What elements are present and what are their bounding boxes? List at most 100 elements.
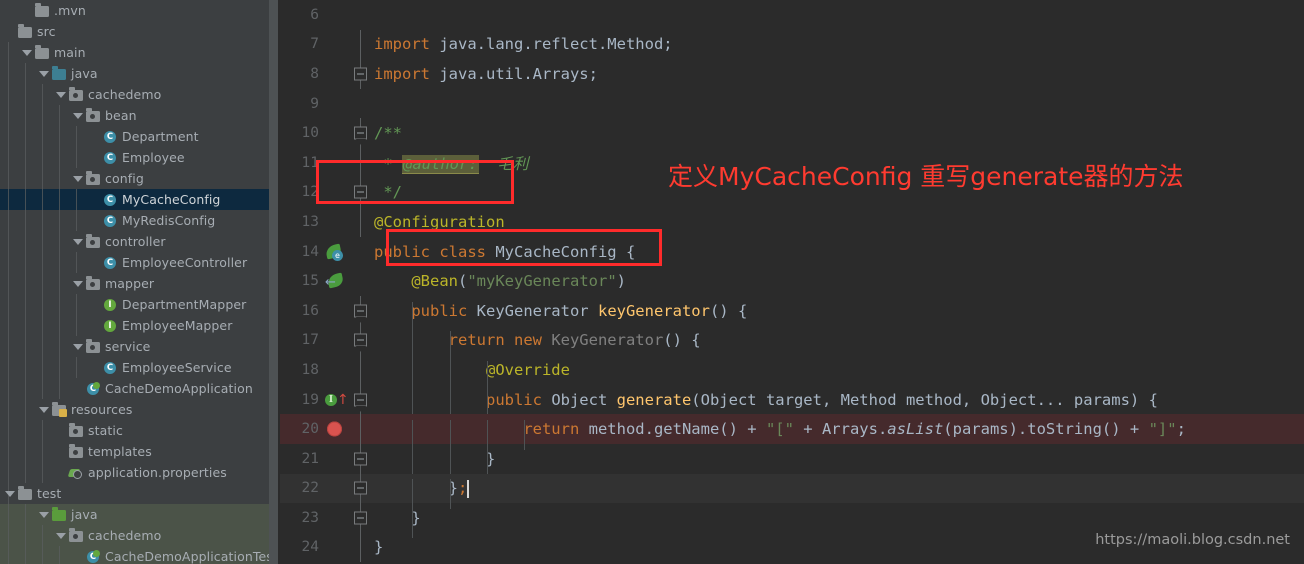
code-fold-marker[interactable] — [348, 59, 374, 89]
code-line[interactable]: 6 — [280, 0, 1304, 30]
tree-item-controller[interactable]: controller — [0, 231, 280, 252]
chevron-down-icon[interactable] — [55, 530, 66, 541]
tree-item-mycacheconfig[interactable]: C MyCacheConfig — [0, 189, 280, 210]
chevron-down-icon[interactable] — [55, 89, 66, 100]
tree-item-test[interactable]: test — [0, 483, 280, 504]
tree-indent-spacer — [4, 556, 72, 557]
code-token: return — [448, 331, 514, 350]
tree-item-cachedemoapplicationtests[interactable]: C CacheDemoApplicationTests — [0, 546, 280, 564]
chevron-down-icon[interactable] — [72, 173, 83, 184]
code-text: @Bean("myKeyGenerator") — [374, 272, 1304, 290]
tree-item-static[interactable]: static — [0, 420, 280, 441]
code-fold-marker[interactable] — [348, 384, 374, 415]
code-fold-marker[interactable] — [348, 118, 374, 148]
code-line[interactable]: 8 import java.util.Arrays; — [280, 59, 1304, 89]
tree-item-resources[interactable]: resources — [0, 399, 280, 420]
code-line[interactable]: 7 import java.lang.reflect.Method; — [280, 29, 1304, 60]
code-fold-marker[interactable] — [348, 473, 374, 504]
tree-item-cachedemoapplication[interactable]: C CacheDemoApplication — [0, 378, 280, 399]
code-fold-marker[interactable] — [348, 207, 374, 237]
code-fold-marker[interactable] — [348, 414, 374, 444]
text-caret — [467, 479, 469, 498]
code-fold-marker[interactable] — [348, 532, 374, 563]
code-line[interactable]: 9 — [280, 89, 1304, 119]
code-line[interactable]: 21 } — [280, 443, 1304, 480]
tree-item-label: resources — [71, 402, 133, 417]
code-line[interactable]: 18 @Override — [280, 355, 1304, 391]
line-number: 21 — [301, 450, 319, 467]
tree-item-service[interactable]: service — [0, 336, 280, 357]
chevron-down-icon[interactable] — [4, 488, 15, 499]
tree-item-bean[interactable]: bean — [0, 105, 280, 126]
code-content[interactable]: 6 7 import java.lang.reflect.Method; 8 impor… — [280, 0, 1304, 564]
code-line[interactable]: 15 ← @Bean("myKeyGenerator") — [280, 266, 1304, 296]
chevron-down-icon[interactable] — [38, 68, 49, 79]
tree-item-cachedemo[interactable]: cachedemo — [0, 525, 280, 546]
code-token: () { — [663, 331, 701, 350]
tree-item-department[interactable]: C Department — [0, 126, 280, 147]
project-tree[interactable]: .mvn src main java cachedemo bean C Department C… — [0, 0, 280, 564]
code-fold-marker[interactable] — [348, 355, 374, 385]
code-fold-marker[interactable] — [348, 177, 374, 208]
code-fold-marker[interactable] — [348, 29, 374, 60]
project-tree-panel[interactable]: .mvn src main java cachedemo bean C Department C… — [0, 0, 280, 564]
code-line[interactable]: 16 public KeyGenerator keyGenerator() { — [280, 295, 1304, 332]
tree-item-main[interactable]: main — [0, 42, 280, 63]
properties-file-icon — [68, 465, 84, 481]
code-token: import — [374, 64, 440, 83]
chevron-down-icon[interactable] — [72, 278, 83, 289]
code-line[interactable]: 22 }; — [280, 473, 1304, 509]
tree-item-myredisconfig[interactable]: C MyRedisConfig — [0, 210, 280, 231]
code-line[interactable]: 20 return method.getName() + "[" + Array… — [280, 414, 1304, 450]
code-fold-marker[interactable] — [348, 325, 374, 356]
tree-item-cachedemo[interactable]: cachedemo — [0, 84, 280, 105]
tree-item-mapper[interactable]: mapper — [0, 273, 280, 294]
tree-item-java[interactable]: java — [0, 504, 280, 525]
tree-item-src[interactable]: src — [0, 21, 280, 42]
tree-item--mvn[interactable]: .mvn — [0, 0, 280, 21]
code-line[interactable]: 13 @Configuration — [280, 207, 1304, 237]
tree-item-label: CacheDemoApplication — [105, 381, 253, 396]
code-line[interactable]: 10 /** — [280, 118, 1304, 148]
gutter-icon-slot — [324, 148, 348, 178]
code-line[interactable]: 14 e public class MyCacheConfig { — [280, 237, 1304, 267]
spring-bean-gutter-icon[interactable]: e — [324, 237, 348, 267]
tree-item-config[interactable]: config — [0, 168, 280, 189]
tree-item-java[interactable]: java — [0, 63, 280, 84]
tree-item-templates[interactable]: templates — [0, 441, 280, 462]
breakpoint-gutter-icon[interactable] — [324, 414, 348, 444]
chevron-down-icon[interactable] — [72, 341, 83, 352]
gutter-icon-slot — [324, 207, 348, 237]
code-line[interactable]: 17 return new KeyGenerator() { — [280, 325, 1304, 361]
tree-item-employeeservice[interactable]: C EmployeeService — [0, 357, 280, 378]
tree-item-application-properties[interactable]: application.properties — [0, 462, 280, 483]
code-line[interactable]: 19 I ↑ public Object generate(Object targe… — [280, 384, 1304, 421]
code-token: import — [374, 35, 440, 54]
chevron-down-icon[interactable] — [21, 47, 32, 58]
tree-item-employee[interactable]: C Employee — [0, 147, 280, 168]
chevron-down-icon[interactable] — [38, 509, 49, 520]
chevron-down-icon[interactable] — [72, 110, 83, 121]
chevron-down-icon[interactable] — [72, 236, 83, 247]
code-token: "[" — [765, 420, 794, 439]
code-fold-marker[interactable] — [348, 503, 374, 533]
override-method-gutter-icon[interactable]: I ↑ — [324, 385, 349, 415]
code-token: method.getName() + — [588, 420, 766, 439]
chevron-down-icon[interactable] — [38, 404, 49, 415]
code-editor[interactable]: 6 7 import java.lang.reflect.Method; 8 impor… — [280, 0, 1304, 564]
code-fold-marker[interactable] — [348, 295, 374, 326]
tree-indent-spacer — [4, 346, 72, 347]
tree-item-departmentmapper[interactable]: I DepartmentMapper — [0, 294, 280, 315]
sidebar-scrollbar[interactable] — [269, 0, 278, 564]
tree-no-arrow — [89, 320, 100, 331]
tree-item-employeecontroller[interactable]: C EmployeeController — [0, 252, 280, 273]
tree-item-label: java — [71, 66, 98, 81]
gutter-icon-slot — [324, 89, 348, 119]
tree-item-employeemapper[interactable]: I EmployeeMapper — [0, 315, 280, 336]
spring-bean-navigate-gutter-icon[interactable]: ← — [324, 266, 348, 296]
code-fold-marker[interactable] — [348, 147, 374, 178]
tree-indent-spacer — [4, 52, 21, 53]
code-line[interactable]: 23 } — [280, 503, 1304, 539]
code-fold-marker[interactable] — [348, 443, 374, 474]
